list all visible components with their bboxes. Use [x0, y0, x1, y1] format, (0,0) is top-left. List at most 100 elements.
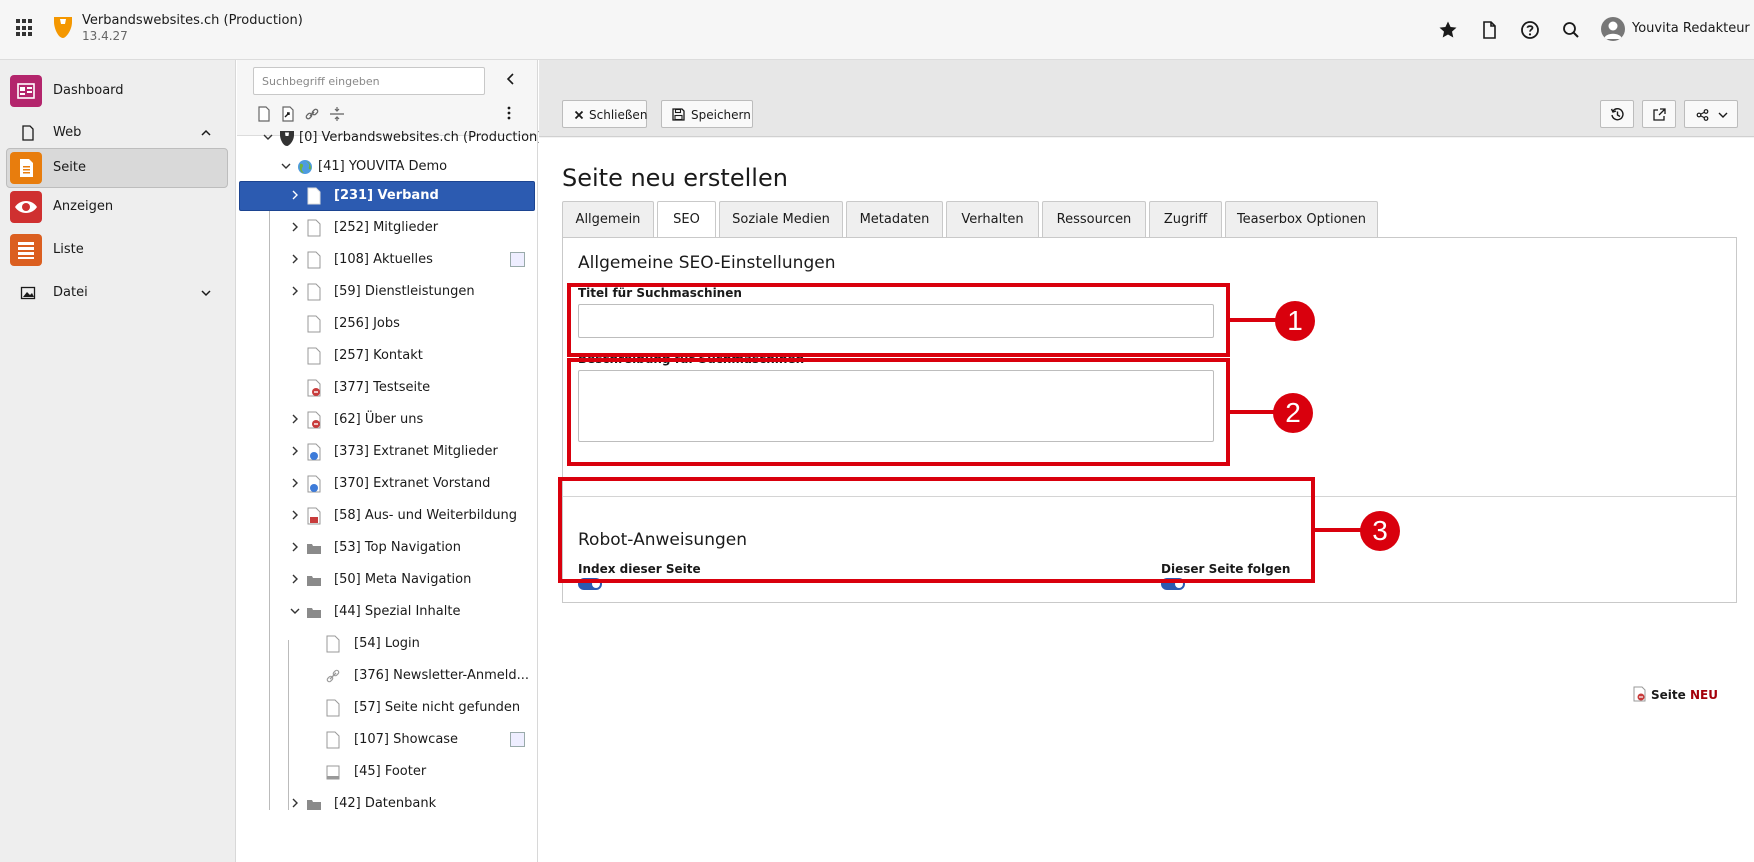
- chevron-down-icon[interactable]: [281, 161, 291, 171]
- app-grid-icon[interactable]: [16, 19, 34, 37]
- search-icon[interactable]: [1561, 20, 1581, 40]
- dashboard-icon: [10, 75, 42, 107]
- chevron-right-icon[interactable]: [290, 542, 300, 552]
- file-image-icon: [20, 286, 36, 300]
- tree-node[interactable]: [59] Dienstleistungen: [239, 277, 535, 307]
- tree-node-label: [58] Aus- und Weiterbildung: [334, 508, 518, 523]
- page-icon: [326, 635, 340, 653]
- tab-ressourcen[interactable]: Ressourcen: [1042, 201, 1146, 237]
- save-button[interactable]: Speichern: [661, 100, 753, 128]
- tab-label: Teaserbox Optionen: [1236, 212, 1367, 227]
- share-dropdown-button[interactable]: [1684, 100, 1738, 128]
- save-disk-icon: [672, 108, 685, 121]
- user-name[interactable]: Youvita Redakteur: [1632, 21, 1750, 36]
- spacer-divider-icon[interactable]: [328, 105, 346, 123]
- tree-node-label: [62] Über uns: [334, 412, 424, 427]
- tree-node-label: [107] Showcase: [354, 732, 459, 747]
- doc-header: Schließen Speichern: [539, 60, 1754, 137]
- topbar: Verbandswebsites.ch (Production) 13.4.27…: [0, 0, 1754, 60]
- document-icon[interactable]: [1479, 20, 1499, 40]
- collapse-tree-icon[interactable]: [505, 72, 517, 86]
- tree-node[interactable]: [257] Kontakt: [239, 341, 535, 371]
- tree-node[interactable]: [108] Aktuelles: [239, 245, 535, 275]
- chevron-right-icon[interactable]: [290, 254, 300, 264]
- chevron-right-icon[interactable]: [290, 510, 300, 520]
- chevron-right-icon[interactable]: [290, 478, 300, 488]
- help-icon[interactable]: [1520, 20, 1540, 40]
- tab-metadaten[interactable]: Metadaten: [846, 201, 943, 237]
- tree-node[interactable]: [370] Extranet Vorstand: [239, 469, 535, 499]
- tab-allgemein[interactable]: Allgemein: [562, 201, 654, 237]
- module-group-datei[interactable]: Datei: [6, 273, 228, 313]
- module-liste[interactable]: Liste: [6, 230, 228, 270]
- chevron-right-icon[interactable]: [290, 574, 300, 584]
- tree-node-label: [231] Verband: [334, 188, 439, 203]
- tree-node[interactable]: [44] Spezial Inhalte: [239, 597, 535, 627]
- tree-node[interactable]: [252] Mitglieder: [239, 213, 535, 243]
- tree-node-root[interactable]: [0] Verbandswebsites.ch (Production): [239, 123, 542, 153]
- open-new-window-button[interactable]: [1642, 100, 1676, 128]
- site-title[interactable]: Verbandswebsites.ch (Production): [82, 13, 303, 28]
- tree-node[interactable]: [62] Über uns: [239, 405, 535, 435]
- page-shortcut-icon[interactable]: [279, 105, 297, 123]
- bookmark-star-icon[interactable]: [1438, 20, 1458, 40]
- new-page-icon[interactable]: [255, 105, 273, 123]
- chevron-down-icon[interactable]: [263, 132, 273, 142]
- page-hidden-icon: [307, 507, 321, 525]
- tab-verhalten[interactable]: Verhalten: [946, 201, 1039, 237]
- tree-node-site[interactable]: [41] YOUVITA Demo: [239, 152, 535, 182]
- tree-node[interactable]: [373] Extranet Mitglieder: [239, 437, 535, 467]
- tree-node-label: [44] Spezial Inhalte: [334, 604, 461, 619]
- tab-seo[interactable]: SEO: [657, 201, 716, 238]
- tree-node[interactable]: [58] Aus- und Weiterbildung: [239, 501, 535, 531]
- tree-node-label: [370] Extranet Vorstand: [334, 476, 491, 491]
- chevron-down-icon[interactable]: [290, 606, 300, 616]
- tab-label: Verhalten: [961, 212, 1024, 227]
- history-button[interactable]: [1600, 100, 1634, 128]
- tree-node-label: [108] Aktuelles: [334, 252, 433, 267]
- tree-node[interactable]: [53] Top Navigation: [239, 533, 535, 563]
- history-icon: [1610, 108, 1624, 121]
- tree-node[interactable]: [57] Seite nicht gefunden: [239, 693, 535, 723]
- module-anzeigen[interactable]: Anzeigen: [6, 187, 228, 227]
- tab-soziale-medien[interactable]: Soziale Medien: [719, 201, 843, 237]
- module-label: Dashboard: [53, 83, 124, 98]
- chevron-right-icon[interactable]: [290, 190, 300, 200]
- tab-zugriff[interactable]: Zugriff: [1149, 201, 1222, 237]
- module-seite[interactable]: Seite: [6, 148, 228, 188]
- link-icon[interactable]: [303, 105, 321, 123]
- tree-node-selected[interactable]: [231] Verband: [239, 181, 535, 211]
- annotation-box-2: [567, 358, 1230, 466]
- chevron-right-icon[interactable]: [290, 286, 300, 296]
- tree-node[interactable]: [376] Newsletter-Anmeld...: [239, 661, 535, 691]
- annotation-line-2: [1230, 410, 1276, 414]
- user-avatar-icon[interactable]: [1601, 17, 1625, 41]
- page-title: Seite neu erstellen: [562, 164, 788, 192]
- tab-label: SEO: [673, 212, 700, 227]
- tree-node[interactable]: [107] Showcase: [239, 725, 535, 755]
- more-options-icon[interactable]: [507, 105, 511, 121]
- chevron-right-icon[interactable]: [290, 798, 300, 808]
- tree-node[interactable]: [377] Testseite: [239, 373, 535, 403]
- tree-node[interactable]: [54] Login: [239, 629, 535, 659]
- external-link-icon: [1653, 108, 1666, 121]
- close-button[interactable]: Schließen: [562, 100, 647, 128]
- tree-node-label: [373] Extranet Mitglieder: [334, 444, 498, 459]
- page-icon: [307, 187, 321, 205]
- tree-node-label: [45] Footer: [354, 764, 427, 779]
- tree-node[interactable]: [256] Jobs: [239, 309, 535, 339]
- tree-node[interactable]: [50] Meta Navigation: [239, 565, 535, 595]
- chevron-right-icon[interactable]: [290, 446, 300, 456]
- module-group-label: Web: [53, 125, 82, 140]
- site-version: 13.4.27: [82, 29, 128, 43]
- tree-node[interactable]: [42] Datenbank: [239, 789, 535, 819]
- module-group-label: Datei: [53, 285, 88, 300]
- module-group-web[interactable]: Web: [6, 113, 228, 153]
- chevron-right-icon[interactable]: [290, 414, 300, 424]
- chevron-right-icon[interactable]: [290, 222, 300, 232]
- tree-search-input[interactable]: [253, 67, 485, 95]
- typo3-logo-icon[interactable]: [52, 14, 74, 40]
- tree-node[interactable]: [45] Footer: [239, 757, 535, 787]
- tab-teaserbox-optionen[interactable]: Teaserbox Optionen: [1225, 201, 1378, 237]
- module-dashboard[interactable]: Dashboard: [6, 71, 228, 111]
